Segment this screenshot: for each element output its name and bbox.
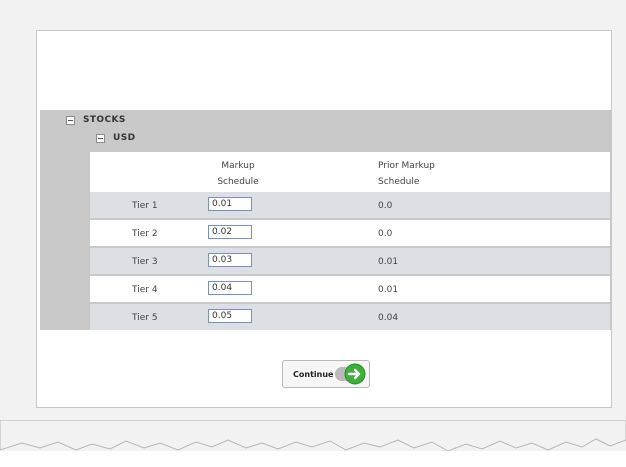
stocks-section-label: STOCKS (83, 115, 126, 125)
collapse-toggle-icon[interactable] (96, 133, 105, 143)
table-row: Tier 3 0.01 (90, 248, 610, 274)
table-row: Tier 4 0.01 (90, 276, 610, 302)
markup-input[interactable] (208, 197, 252, 211)
prior-markup-value: 0.04 (378, 313, 399, 323)
table-row: Tier 5 0.04 (90, 304, 610, 330)
markup-input[interactable] (208, 309, 252, 323)
arrow-right-icon (335, 363, 367, 387)
collapse-toggle-icon[interactable] (66, 115, 75, 125)
table-row: Tier 1 0.0 (90, 192, 610, 218)
continue-button[interactable]: Continue (282, 360, 370, 388)
continue-label: Continue (293, 369, 334, 379)
table-row: Tier 2 0.0 (90, 220, 610, 246)
markup-input[interactable] (208, 225, 252, 239)
markup-input[interactable] (208, 253, 252, 267)
tier-label: Tier 5 (132, 313, 158, 323)
tier-label: Tier 3 (132, 257, 158, 267)
tier-label: Tier 2 (132, 229, 158, 239)
tier-label: Tier 4 (132, 285, 158, 295)
prior-markup-schedule-header: Prior Markup Schedule (378, 161, 435, 187)
torn-edge-decoration (0, 420, 626, 467)
markup-schedule-header: Markup Schedule (217, 161, 259, 187)
markup-input[interactable] (208, 281, 252, 295)
table-header: Markup Schedule Prior Markup Schedule (90, 152, 610, 192)
usd-section-label: USD (113, 133, 136, 143)
stocks-section-header[interactable]: STOCKS (66, 115, 126, 125)
tier-table: Markup Schedule Prior Markup Schedule Ti… (90, 152, 610, 330)
prior-markup-value: 0.01 (378, 285, 399, 295)
prior-markup-value: 0.01 (378, 257, 399, 267)
prior-markup-value: 0.0 (378, 201, 393, 211)
prior-markup-value: 0.0 (378, 229, 393, 239)
usd-section-header[interactable]: USD (96, 133, 135, 143)
tier-label: Tier 1 (132, 201, 158, 211)
